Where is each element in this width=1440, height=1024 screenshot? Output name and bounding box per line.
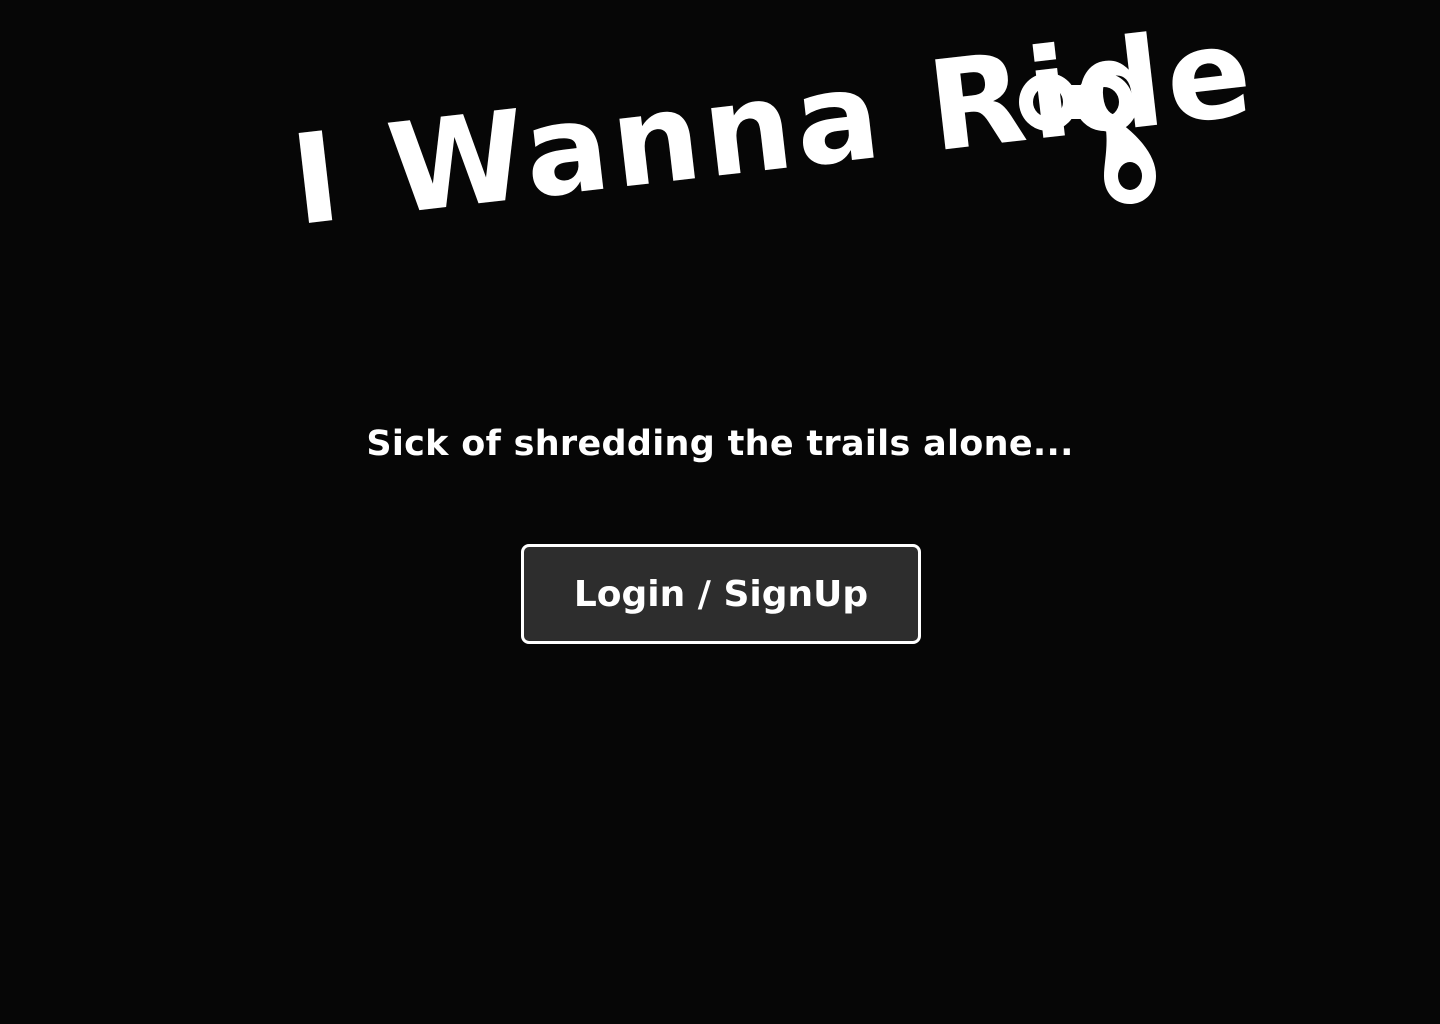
login-signup-button[interactable]: Login / SignUp <box>521 544 921 644</box>
bike-chain-link-icon <box>1019 73 1156 204</box>
tagline: Sick of shredding the trails alone... <box>366 424 1074 464</box>
landing-page: I Wanna Ride Sick of shredding the trail… <box>0 0 1440 1024</box>
